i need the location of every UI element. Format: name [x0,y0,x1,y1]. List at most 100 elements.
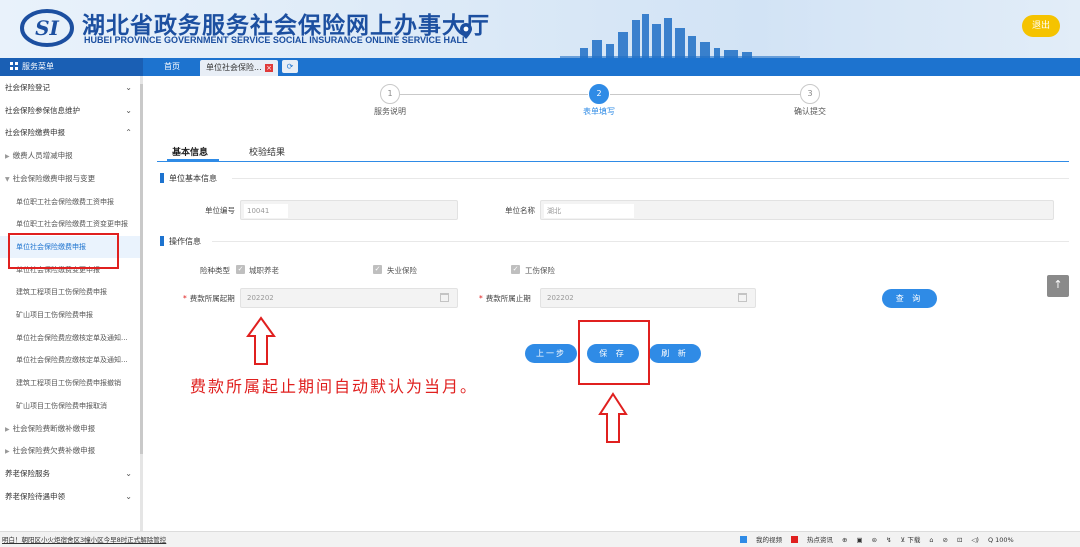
status-bar-item[interactable]: ⊕ [842,536,847,544]
sidebar-item[interactable]: ▶ 社会保险费断缴补缴申报 [0,418,140,440]
tab-close-icon[interactable]: × [265,64,273,72]
sidebar-item[interactable]: 社会保险缴费申报 ⌃ [0,122,140,144]
status-bar-item[interactable]: ⊜ [872,536,877,544]
sidebar-item-label: 单位社会保险费应缴核定单及通知... [16,333,128,342]
checkbox-injury[interactable]: ✓ [511,265,520,274]
chevron-up-icon[interactable]: ⌃ [125,122,132,144]
step-connector-2 [610,94,800,95]
step-connector-1 [400,94,588,95]
tab-home[interactable]: 首页 [158,58,186,76]
expand-right-icon: ▶ [5,448,10,456]
tab-unit-insurance[interactable]: 单位社会保险... × [200,60,278,76]
step-1-label: 服务说明 [374,107,406,116]
unit-no-label: 单位编号 [205,206,235,215]
prev-step-button[interactable]: 上一步 [525,344,577,363]
status-bar-item[interactable]: 热点资讯 [791,536,833,544]
sidebar-item[interactable]: 矿山项目工伤保险费申报取消 [0,395,140,417]
status-bar-item-label: ▣ [856,536,863,544]
logout-button[interactable]: 退出 [1022,15,1060,37]
checkbox-pension-label: 城职养老 [249,266,279,275]
status-bar-item[interactable]: ↯ [886,536,891,544]
required-mark: * [479,294,483,303]
status-bar-item[interactable]: 我的视频 [740,536,782,544]
chevron-down-icon[interactable]: ⌄ [125,100,132,122]
status-bar-item-label: ⌂ [929,536,934,544]
sidebar-item[interactable]: 单位社会保险费应缴核定单及通知... [0,327,140,349]
checkbox-pension[interactable]: ✓ [236,265,245,274]
service-menu-header: 服务菜单 [0,58,143,76]
status-bar-item[interactable]: Q 100% [988,536,1014,544]
news-ticker-link[interactable]: 明白！朝阳区小火炬宿舍区3幢小区今早8时正式解除管控 [2,534,166,544]
sidebar-item[interactable]: 矿山项目工伤保险费申报 [0,304,140,326]
period-start-field[interactable]: 202202 [240,288,458,308]
step-2-circle: 2 [589,84,609,104]
chevron-down-icon[interactable]: ⌄ [125,77,132,99]
status-bar-item[interactable]: ⊘ [942,536,947,544]
calendar-icon[interactable] [440,293,449,302]
section-title-operation: 操作信息 [160,236,201,247]
unit-no-value: 10041 [244,204,288,218]
query-button[interactable]: 查 询 [882,289,937,308]
tab-check-result[interactable]: 校验结果 [249,145,285,158]
sidebar-item-label: 单位职工社会保险缴费工资申报 [16,197,114,206]
sidebar-item[interactable]: 单位职工社会保险缴费工资申报 [0,191,140,213]
unit-name-label: 单位名称 [505,206,535,215]
step-2-label: 表单填写 [583,107,615,116]
sidebar-item[interactable]: ▶ 社会保险费欠费补缴申报 [0,440,140,462]
status-bar-item[interactable]: ◁) [971,536,979,544]
tab-basic-info[interactable]: 基本信息 [172,145,208,158]
back-to-top-button[interactable]: ↑ [1047,275,1069,297]
checkbox-unemployment[interactable]: ✓ [373,265,382,274]
step-3-label: 确认提交 [794,107,826,116]
status-bar-item-label: ⊻ 下载 [900,536,921,544]
sidebar-item[interactable]: 社会保险登记 ⌄ [0,77,140,99]
status-bar-item[interactable]: ⊻ 下载 [901,536,921,544]
location-pin-icon [460,23,472,39]
step-3-circle: 3 [800,84,820,104]
status-bar-item-label: Q 100% [987,536,1014,544]
sidebar-item[interactable]: ▶ 缴费人员增减申报 [0,145,140,167]
city-skyline-icon [560,14,800,58]
sidebar-item[interactable]: 单位职工社会保险缴费工资变更申报 [0,213,140,235]
unit-name-field: 湖北 [540,200,1054,220]
annotation-note: 费款所属起止期间自动默认为当月。 [190,377,479,396]
period-end-field[interactable]: 202202 [540,288,756,308]
sidebar-item[interactable]: 建筑工程项目工伤保险费申报 [0,281,140,303]
sidebar-item-label: 社会保险缴费申报与变更 [12,173,96,183]
chevron-down-icon[interactable]: ⌄ [125,486,132,508]
status-bar-item[interactable]: ⌂ [929,536,933,544]
sidebar-item[interactable]: 单位社会保险费应缴核定单及通知... [0,349,140,371]
status-bar-item[interactable]: ⊡ [957,536,962,544]
sidebar-item-label: 缴费人员增减申报 [12,151,73,161]
status-bar-item-label: ⊕ [842,536,848,544]
expand-right-icon: ▶ [5,153,10,161]
sidebar-item-label: 养老保险服务 [5,468,50,478]
checkbox-injury-label: 工伤保险 [525,266,555,275]
sidebar-item-label: 单位职工社会保险缴费工资变更申报 [16,220,128,229]
status-bar-item[interactable]: ▣ [856,536,862,544]
status-bar-item-label: 热点资讯 [807,536,833,544]
sidebar-item[interactable]: 建筑工程项目工伤保险费申报撤销 [0,372,140,394]
menu-grid-icon [10,62,18,70]
site-subtitle: HUBEI PROVINCE GOVERNMENT SERVICE SOCIAL… [84,35,468,45]
sidebar-item[interactable]: ▼ 社会保险缴费申报与变更 [0,168,140,190]
period-end-value: 202202 [547,294,574,302]
period-start-label: * 费款所属起期 [183,293,235,304]
period-start-value: 202202 [247,294,274,302]
tab-refresh-icon[interactable]: ⟳ [282,60,298,73]
refresh-button[interactable]: 刷 新 [649,344,701,363]
sidebar-item[interactable]: 社会保险参保信息维护 ⌄ [0,100,140,122]
status-bar-item-label: ◁) [971,536,979,544]
status-bar-item-label: ⊜ [871,536,878,544]
status-bar-item-label: ↯ [886,536,892,544]
unit-name-value: 湖北 [544,204,634,218]
status-bar-tools: 我的视频 热点资讯 ⊕ ▣ ⊜ ↯ ⊻ 下载 ⌂ ⊘ ⊡ ◁) Q 100% [740,534,1023,544]
chevron-down-icon[interactable]: ⌄ [125,463,132,485]
period-end-label: * 费款所属止期 [479,293,531,304]
annotation-up-arrow-icon [246,316,276,365]
expand-right-icon: ▶ [5,425,10,433]
sidebar-item[interactable]: 养老保险待遇申领 ⌄ [0,486,140,508]
calendar-icon[interactable] [738,293,747,302]
sidebar: 社会保险登记 ⌄ 社会保险参保信息维护 ⌄ 社会保险缴费申报 ⌃ ▶ 缴费人员增减申报 ▼ 社会保… [0,76,143,531]
sidebar-item[interactable]: 养老保险服务 ⌄ [0,463,140,485]
